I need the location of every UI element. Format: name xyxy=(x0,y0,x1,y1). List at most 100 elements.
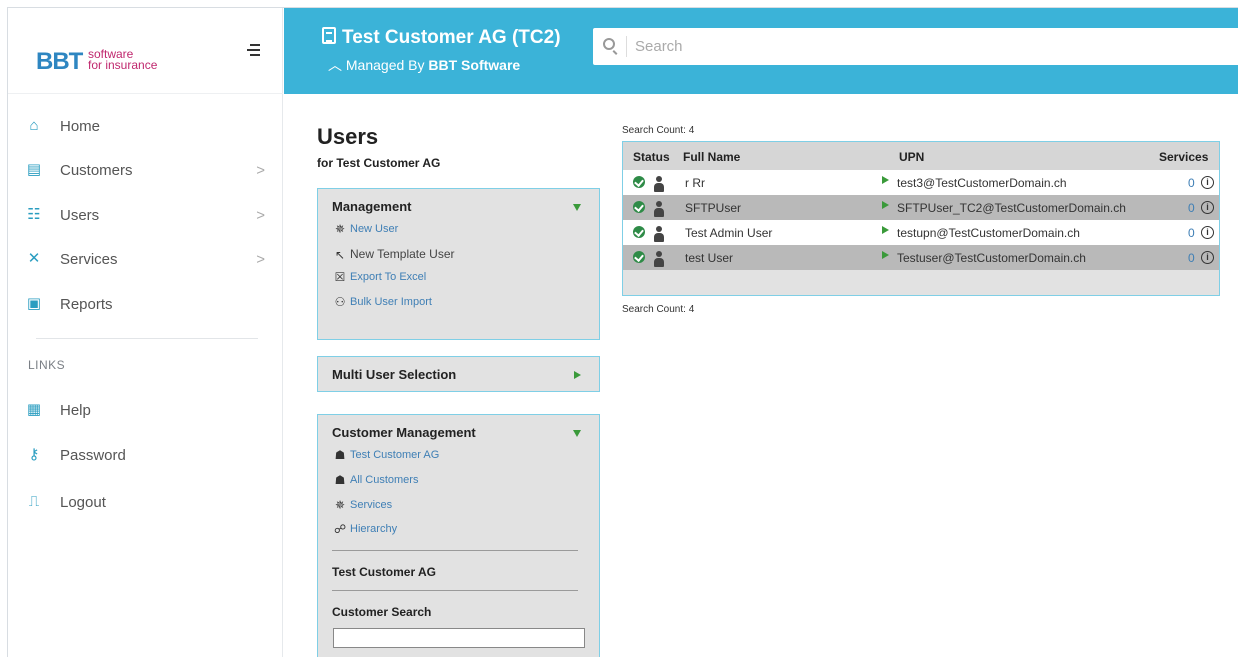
user-full-name[interactable]: r Rr xyxy=(685,176,705,190)
services-count[interactable]: 0 xyxy=(1188,176,1195,190)
customer-search-label: Customer Search xyxy=(332,605,432,619)
sidebar-item-label: Home xyxy=(60,117,101,135)
template-icon: ↖ xyxy=(334,248,346,262)
management-panel: Management ✵ New User ↖ New Template User … xyxy=(317,188,600,340)
hierarchy-link[interactable]: ☍ Hierarchy xyxy=(334,523,397,535)
customer-title-text: Test Customer AG (TC2) xyxy=(342,27,561,48)
link-label: Test Customer AG xyxy=(350,449,440,461)
link-label: Bulk User Import xyxy=(350,296,432,308)
help-icon: ▦ xyxy=(26,401,42,418)
users-icon: ☷ xyxy=(27,206,41,223)
new-template-user-link[interactable]: ↖ New Template User xyxy=(334,247,455,262)
managed-by-name[interactable]: BBT Software xyxy=(428,57,520,73)
sidebar-link-password[interactable]: ⚷ Password xyxy=(8,435,283,475)
sidebar-item-label: Reports xyxy=(60,295,113,313)
info-icon[interactable]: i xyxy=(1201,226,1214,239)
all-customers-link[interactable]: ☗ All Customers xyxy=(334,474,419,486)
services-count[interactable]: 0 xyxy=(1188,226,1195,240)
table-row[interactable]: SFTPUser SFTPUser_TC2@TestCustomerDomain… xyxy=(623,195,1219,220)
services-icon: ✵ xyxy=(334,498,346,512)
report-icon: ▣ xyxy=(26,295,42,312)
link-label: Hierarchy xyxy=(350,523,398,535)
brand-tagline-line-2: for insurance xyxy=(88,58,158,72)
hierarchy-icon: ☍ xyxy=(334,522,347,536)
user-icon xyxy=(653,176,665,192)
customer-management-panel-title[interactable]: Customer Management xyxy=(332,425,476,440)
services-count[interactable]: 0 xyxy=(1188,251,1195,265)
column-header-services[interactable]: Services xyxy=(1159,150,1208,164)
app-frame: BBT software for insurance ⌂ Home ▤ Cust… xyxy=(7,7,1238,657)
table-row[interactable]: test User Testuser@TestCustomerDomain.ch… xyxy=(623,245,1219,270)
search-input[interactable] xyxy=(635,33,1235,60)
user-upn: Testuser@TestCustomerDomain.ch xyxy=(897,251,1086,265)
status-ok-icon xyxy=(633,176,645,188)
table-row[interactable]: Test Admin User testupn@TestCustomerDoma… xyxy=(623,220,1219,245)
multi-user-panel-title[interactable]: Multi User Selection xyxy=(332,367,456,382)
collapse-arrow-icon[interactable] xyxy=(573,204,581,211)
search-icon[interactable] xyxy=(603,38,615,50)
table-header: Status Full Name UPN Services xyxy=(623,142,1219,170)
link-label: New User xyxy=(350,223,399,235)
customer-search-input[interactable] xyxy=(333,628,585,648)
new-user-link[interactable]: ✵ New User xyxy=(334,223,398,235)
building-icon: ▤ xyxy=(26,161,42,178)
column-header-status[interactable]: Status xyxy=(633,150,670,164)
management-panel-title[interactable]: Management xyxy=(332,199,411,214)
expand-arrow-icon[interactable] xyxy=(574,371,581,379)
customer-management-panel: Customer Management ☗ Test Customer AG ☗ A… xyxy=(317,414,600,657)
link-label: Export To Excel xyxy=(350,271,427,283)
user-icon xyxy=(653,251,665,267)
chevron-right-icon: > xyxy=(256,206,265,224)
test-customer-link[interactable]: ☗ Test Customer AG xyxy=(334,449,440,461)
info-icon[interactable]: i xyxy=(1201,176,1214,189)
upn-arrow-icon[interactable] xyxy=(882,201,889,209)
user-upn: testupn@TestCustomerDomain.ch xyxy=(897,226,1080,240)
sidebar-link-label: Logout xyxy=(60,493,106,511)
upn-arrow-icon[interactable] xyxy=(882,226,889,234)
managed-by: ︿ Managed By BBT Software xyxy=(328,55,520,75)
top-header: Test Customer AG (TC2) ︿ Managed By BBT … xyxy=(284,8,1238,94)
info-icon[interactable]: i xyxy=(1201,201,1214,214)
sidebar-item-label: Services xyxy=(60,250,118,268)
sidebar-item-services[interactable]: ✕ Services > xyxy=(8,239,283,279)
upn-arrow-icon[interactable] xyxy=(882,251,889,259)
export-to-excel-link[interactable]: ☒ Export To Excel xyxy=(334,270,427,284)
excel-icon: ☒ xyxy=(334,270,346,284)
bulk-user-import-link[interactable]: ⚇ Bulk User Import xyxy=(334,296,432,308)
status-ok-icon xyxy=(633,251,645,263)
search-divider xyxy=(626,36,627,57)
logout-icon: ⎍ xyxy=(28,493,40,510)
sidebar-item-customers[interactable]: ▤ Customers > xyxy=(8,150,283,190)
collapse-arrow-icon[interactable] xyxy=(573,430,581,437)
column-header-full-name[interactable]: Full Name xyxy=(683,150,740,164)
table-row[interactable]: r Rr test3@TestCustomerDomain.ch 0 i xyxy=(623,170,1219,195)
user-full-name[interactable]: test User xyxy=(685,251,733,265)
sidebar-link-label: Password xyxy=(60,446,126,464)
column-header-upn[interactable]: UPN xyxy=(899,150,924,164)
sidebar-item-label: Customers xyxy=(60,161,133,179)
key-icon: ⚷ xyxy=(28,446,40,463)
services-count[interactable]: 0 xyxy=(1188,201,1195,215)
upn-arrow-icon[interactable] xyxy=(882,176,889,184)
sidebar-link-logout[interactable]: ⎍ Logout xyxy=(8,482,283,522)
sidebar-item-home[interactable]: ⌂ Home xyxy=(8,106,283,146)
menu-toggle-icon[interactable] xyxy=(244,44,260,58)
sidebar-link-help[interactable]: ▦ Help xyxy=(8,390,283,430)
divider xyxy=(36,338,258,339)
services-link[interactable]: ✵ Services xyxy=(334,499,392,511)
brand-tagline: software for insurance xyxy=(88,48,158,72)
customer-title[interactable]: Test Customer AG (TC2) xyxy=(322,27,561,49)
link-label: New Template User xyxy=(350,247,455,261)
sidebar-item-reports[interactable]: ▣ Reports xyxy=(8,284,283,324)
user-full-name[interactable]: Test Admin User xyxy=(685,226,772,240)
building-icon xyxy=(322,27,336,44)
sidebar: BBT software for insurance ⌂ Home ▤ Cust… xyxy=(8,8,283,657)
user-full-name[interactable]: SFTPUser xyxy=(685,201,741,215)
users-table: Status Full Name UPN Services r Rr test3… xyxy=(622,141,1220,296)
info-icon[interactable]: i xyxy=(1201,251,1214,264)
brand: BBT software for insurance xyxy=(8,8,283,94)
sidebar-item-users[interactable]: ☷ Users > xyxy=(8,195,283,235)
link-label: Services xyxy=(350,499,393,511)
multi-user-selection-panel: Multi User Selection xyxy=(317,356,600,392)
brand-logo[interactable]: BBT xyxy=(36,48,83,76)
